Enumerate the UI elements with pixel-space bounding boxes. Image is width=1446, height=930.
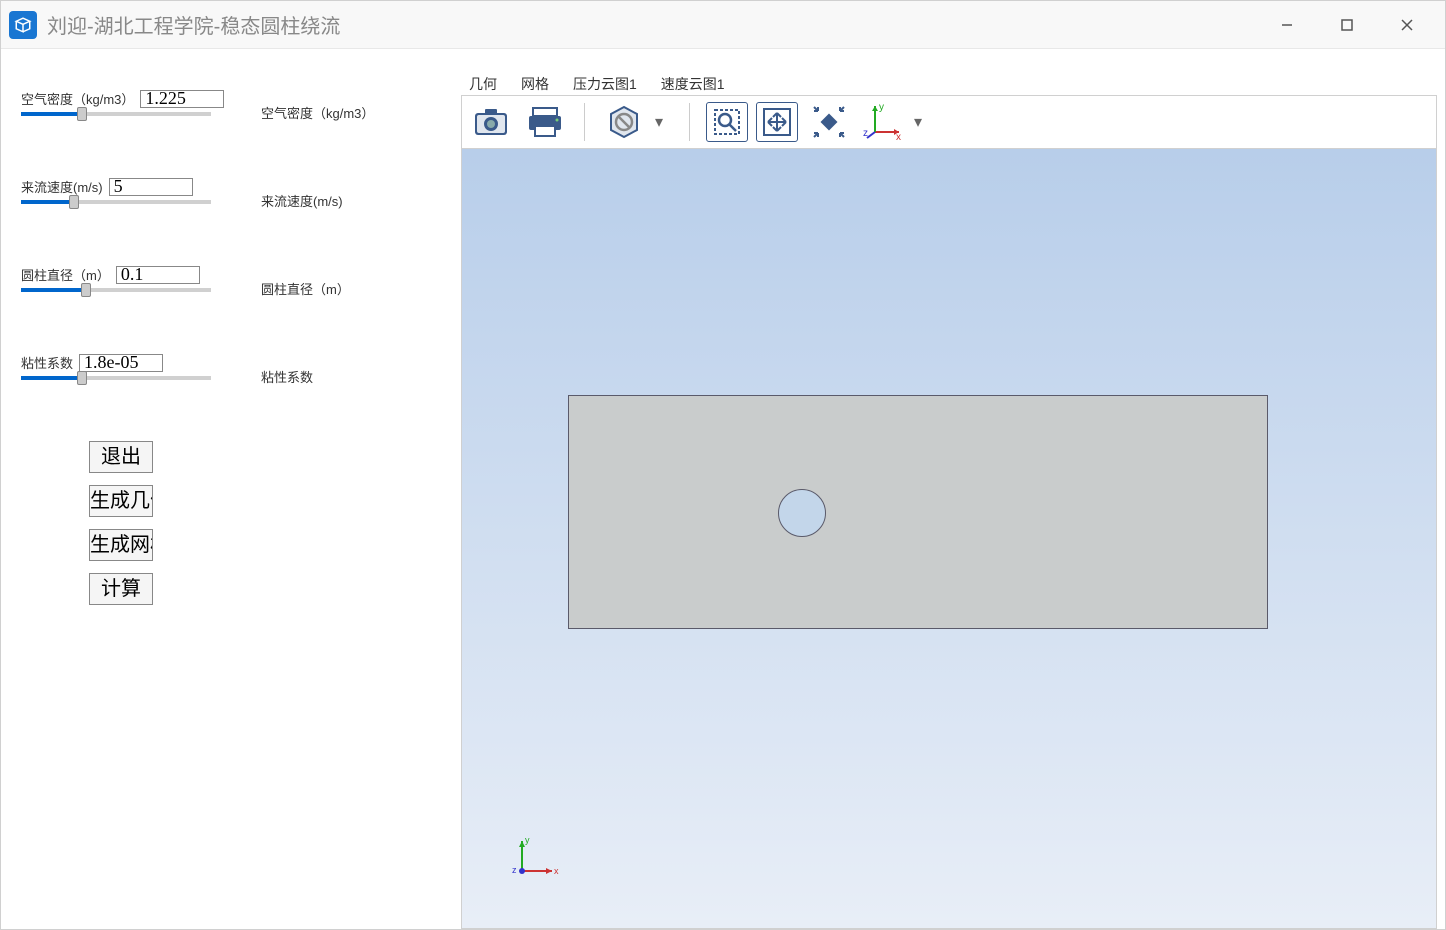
velocity-slider[interactable] bbox=[21, 200, 211, 204]
svg-text:x: x bbox=[554, 866, 559, 876]
dropdown-icon[interactable]: ▾ bbox=[914, 112, 932, 132]
param-viscosity: 粘性系数 1.8e-05 粘性系数 bbox=[21, 353, 441, 405]
svg-text:y: y bbox=[879, 102, 884, 113]
param-right-label: 粘性系数 bbox=[261, 367, 313, 386]
velocity-input[interactable]: 5 bbox=[109, 178, 193, 196]
density-input[interactable]: 1.225 bbox=[140, 90, 224, 108]
diameter-slider[interactable] bbox=[21, 288, 211, 292]
titlebar: 刘迎-湖北工程学院-稳态圆柱绕流 bbox=[1, 1, 1445, 49]
disable-button[interactable] bbox=[601, 100, 647, 144]
fit-view-button[interactable] bbox=[756, 102, 798, 142]
svg-text:z: z bbox=[512, 865, 517, 875]
viewport-toolbar: ▾ x y z bbox=[461, 95, 1437, 149]
axis-orientation-button[interactable]: x y z bbox=[860, 100, 906, 144]
toolbar-separator bbox=[689, 103, 690, 141]
close-button[interactable] bbox=[1377, 5, 1437, 45]
fit-diagonal-button[interactable] bbox=[806, 100, 852, 144]
param-density: 空气密度（kg/m3） 1.225 空气密度（kg/m3） bbox=[21, 89, 441, 141]
zoom-box-button[interactable] bbox=[706, 102, 748, 142]
param-right-label: 空气密度（kg/m3） bbox=[261, 103, 374, 122]
tab-mesh[interactable]: 网格 bbox=[521, 74, 549, 94]
param-diameter: 圆柱直径（m） 0.1 圆柱直径（m） bbox=[21, 265, 441, 317]
toolbar-separator bbox=[584, 103, 585, 141]
generate-geometry-button[interactable]: 生成几何 bbox=[89, 485, 153, 517]
tab-geometry[interactable]: 几何 bbox=[469, 74, 497, 94]
diameter-input[interactable]: 0.1 bbox=[116, 266, 200, 284]
print-button[interactable] bbox=[522, 100, 568, 144]
axis-gizmo-icon: x y z bbox=[510, 833, 560, 888]
parameter-panel: 空气密度（kg/m3） 1.225 空气密度（kg/m3） 来流速度(m/s) … bbox=[1, 49, 461, 929]
geometry-viewport[interactable]: x y z bbox=[461, 149, 1437, 929]
svg-text:z: z bbox=[863, 128, 868, 139]
minimize-button[interactable] bbox=[1257, 5, 1317, 45]
maximize-button[interactable] bbox=[1317, 5, 1377, 45]
param-label: 圆柱直径（m） bbox=[21, 265, 110, 284]
param-label: 粘性系数 bbox=[21, 353, 73, 372]
window-title: 刘迎-湖北工程学院-稳态圆柱绕流 bbox=[47, 10, 340, 39]
param-label: 空气密度（kg/m3） bbox=[21, 89, 134, 108]
svg-text:x: x bbox=[896, 132, 901, 142]
svg-text:y: y bbox=[525, 835, 530, 845]
tab-pressure[interactable]: 压力云图1 bbox=[573, 74, 637, 94]
viscosity-input[interactable]: 1.8e-05 bbox=[79, 354, 163, 372]
exit-button[interactable]: 退出 bbox=[89, 441, 153, 473]
viscosity-slider[interactable] bbox=[21, 376, 211, 380]
tab-velocity[interactable]: 速度云图1 bbox=[661, 74, 725, 94]
param-label: 来流速度(m/s) bbox=[21, 177, 103, 196]
screenshot-button[interactable] bbox=[468, 100, 514, 144]
density-slider[interactable] bbox=[21, 112, 211, 116]
cylinder-circle bbox=[778, 489, 826, 537]
app-icon bbox=[9, 11, 37, 39]
dropdown-icon[interactable]: ▾ bbox=[655, 112, 673, 132]
view-tabs: 几何 网格 压力云图1 速度云图1 bbox=[461, 73, 1437, 95]
param-velocity: 来流速度(m/s) 5 来流速度(m/s) bbox=[21, 177, 441, 229]
param-right-label: 圆柱直径（m） bbox=[261, 279, 350, 298]
param-right-label: 来流速度(m/s) bbox=[261, 191, 343, 210]
domain-rectangle bbox=[568, 395, 1268, 629]
generate-mesh-button[interactable]: 生成网格 bbox=[89, 529, 153, 561]
compute-button[interactable]: 计算 bbox=[89, 573, 153, 605]
